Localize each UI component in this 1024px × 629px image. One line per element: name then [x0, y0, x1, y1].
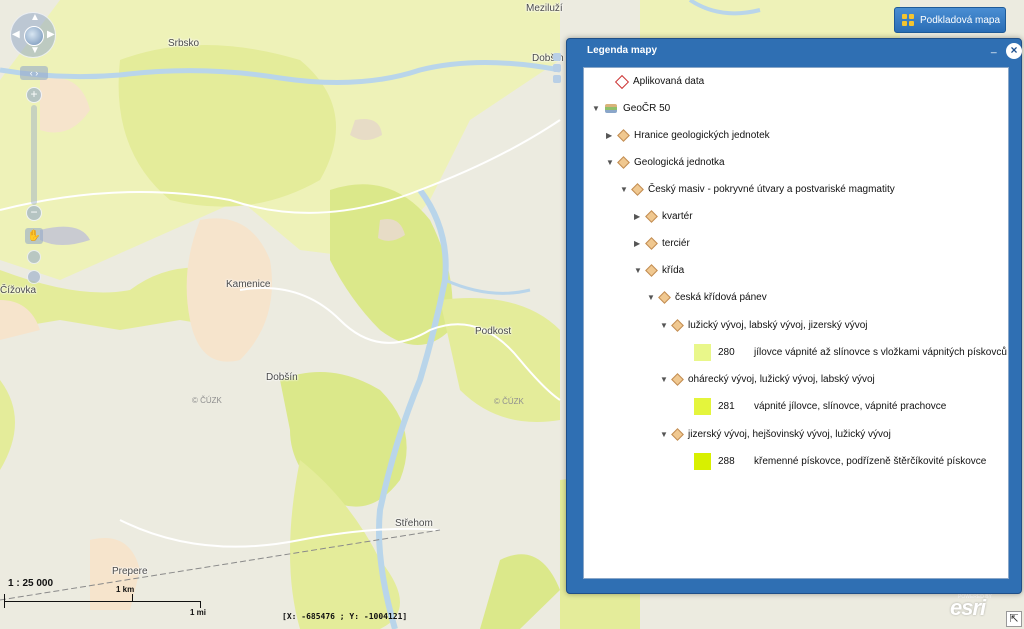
tree-node[interactable]: ▼ lužický vývoj, labský vývoj, jizerský …: [660, 319, 868, 332]
tree-node-label: Hranice geologických jednotek: [634, 130, 770, 141]
legend-swatch-281: [694, 398, 711, 415]
expand-arrow-icon[interactable]: ▶: [634, 212, 644, 221]
resize-icon[interactable]: ⇱: [1006, 611, 1022, 627]
tree-node-label: ohárecký vývoj, lužický vývoj, labský vý…: [688, 374, 875, 385]
layer-stack-icon: [605, 104, 617, 113]
place-label: Srbsko: [168, 38, 200, 49]
pan-left-icon[interactable]: ◀: [12, 30, 20, 40]
tree-node-applied-data[interactable]: Aplikovaná data: [604, 74, 705, 89]
diamond-icon: [617, 129, 630, 142]
pan-right-icon[interactable]: ▶: [47, 30, 55, 40]
globe-icon[interactable]: [24, 26, 44, 46]
previous-extent-button[interactable]: [27, 250, 41, 264]
expand-arrow-icon[interactable]: ▶: [634, 239, 644, 248]
tree-node[interactable]: ▼ ohárecký vývoj, lužický vývoj, labský …: [660, 373, 875, 386]
scale-mi-label: 1 mi: [190, 608, 207, 617]
diamond-icon: [645, 210, 658, 223]
tree-node[interactable]: ▼ česká křídová pánev: [647, 291, 767, 304]
tree-node-label: křída: [662, 265, 685, 276]
place-label: Podkost: [475, 326, 512, 337]
minimize-icon[interactable]: _: [991, 44, 1001, 56]
place-label: Prepere: [112, 566, 148, 577]
pan-down-icon[interactable]: ▼: [30, 46, 40, 56]
tree-node-label: kvartér: [662, 211, 693, 222]
legend-swatch-288: [694, 453, 711, 470]
legend-panel: Legenda mapy _ × Aplikovaná data ▼ GeoČR…: [553, 38, 1022, 594]
diamond-icon: [617, 156, 630, 169]
zoom-in-button[interactable]: +: [26, 87, 42, 103]
scale-text: 1 : 25 000: [8, 578, 54, 589]
zoom-out-button[interactable]: −: [26, 205, 42, 221]
collapse-arrow-icon[interactable]: ▼: [592, 104, 602, 113]
tree-node-label: lužický vývoj, labský vývoj, jizerský vý…: [688, 320, 868, 331]
attribution-text: © ČÚZK: [494, 397, 524, 406]
tree-node-label: GeoČR 50: [623, 103, 671, 114]
scale-bar: [4, 594, 204, 612]
collapse-arrow-icon[interactable]: ▼: [606, 158, 616, 167]
diamond-icon: [645, 237, 658, 250]
esri-logo: esri: [950, 595, 986, 620]
legend-code: 281: [718, 401, 735, 412]
legend-swatch-280: [694, 344, 711, 361]
place-label: Kamenice: [226, 279, 271, 290]
tree-node-label: Aplikovaná data: [633, 76, 705, 87]
attribution-text: © ČÚZK: [192, 396, 222, 405]
collapse-arrow-icon[interactable]: ▼: [660, 430, 670, 439]
legend-title: Legenda mapy: [587, 45, 658, 56]
tree-node-label: Český masiv - pokryvné útvary a postvari…: [648, 184, 895, 195]
tree-node[interactable]: ▶ kvartér: [634, 210, 693, 223]
legend-tree: Aplikovaná data ▼ GeoČR 50 ▶ Hranice geo…: [583, 67, 1009, 579]
tree-node[interactable]: ▶ Hranice geologických jednotek: [606, 129, 770, 142]
diamond-icon: [631, 183, 644, 196]
diamond-icon: [671, 373, 684, 386]
zoom-slider[interactable]: [31, 105, 37, 205]
legend-description: vápnité jílovce, slínovce, vápnité prach…: [754, 401, 947, 412]
pan-up-icon[interactable]: ▲: [30, 13, 40, 23]
basemap-button[interactable]: Podkladová mapa: [894, 7, 1006, 33]
full-extent-button[interactable]: ‹ ›: [20, 66, 48, 80]
grid-icon: [902, 14, 914, 26]
tree-node[interactable]: ▼ křída: [634, 264, 685, 277]
tree-node-label: česká křídová pánev: [675, 292, 767, 303]
legend-description: křemenné pískovce, podřízeně štěrčíkovit…: [754, 456, 987, 467]
tree-node-label: jizerský vývoj, hejšovinský vývoj, lužic…: [688, 429, 891, 440]
scale-km-label: 1 km: [116, 585, 135, 594]
tree-node[interactable]: ▼ Český masiv - pokryvné útvary a postva…: [620, 183, 895, 196]
collapse-arrow-icon[interactable]: ▼: [634, 266, 644, 275]
diamond-icon: [671, 428, 684, 441]
tree-node[interactable]: ▼ jizerský vývoj, hejšovinský vývoj, luž…: [660, 428, 891, 441]
place-label: Čížovka: [0, 285, 37, 296]
tree-node-label: terciér: [662, 238, 690, 249]
place-label: Dobšín: [266, 372, 298, 383]
collapse-arrow-icon[interactable]: ▼: [660, 321, 670, 330]
tree-node[interactable]: ▶ terciér: [634, 237, 690, 250]
place-label: Meziluží: [526, 3, 563, 14]
expand-arrow-icon[interactable]: ▶: [606, 131, 616, 140]
next-extent-button[interactable]: [27, 270, 41, 284]
data-icon: [614, 74, 630, 89]
coordinates-readout: [X: -685476 ; Y: -1004121]: [282, 612, 408, 621]
legend-code: 280: [718, 347, 735, 358]
tree-node[interactable]: ▼ Geologická jednotka: [606, 156, 725, 169]
diamond-icon: [658, 291, 671, 304]
hand-icon[interactable]: ✋: [25, 228, 43, 244]
place-label: Střehom: [395, 518, 433, 529]
legend-description: jílovce vápnité až slínovce s vložkami v…: [754, 347, 1007, 358]
collapse-arrow-icon[interactable]: ▼: [647, 293, 657, 302]
legend-code: 288: [718, 456, 735, 467]
tree-node-geocr50[interactable]: ▼ GeoČR 50: [592, 103, 670, 114]
tree-node-label: Geologická jednotka: [634, 157, 725, 168]
basemap-button-label: Podkladová mapa: [920, 14, 1001, 26]
collapse-arrow-icon[interactable]: ▼: [660, 375, 670, 384]
close-icon[interactable]: ×: [1006, 43, 1022, 59]
diamond-icon: [645, 264, 658, 277]
diamond-icon: [671, 319, 684, 332]
legend-side-handles[interactable]: [553, 53, 565, 86]
collapse-arrow-icon[interactable]: ▼: [620, 185, 630, 194]
